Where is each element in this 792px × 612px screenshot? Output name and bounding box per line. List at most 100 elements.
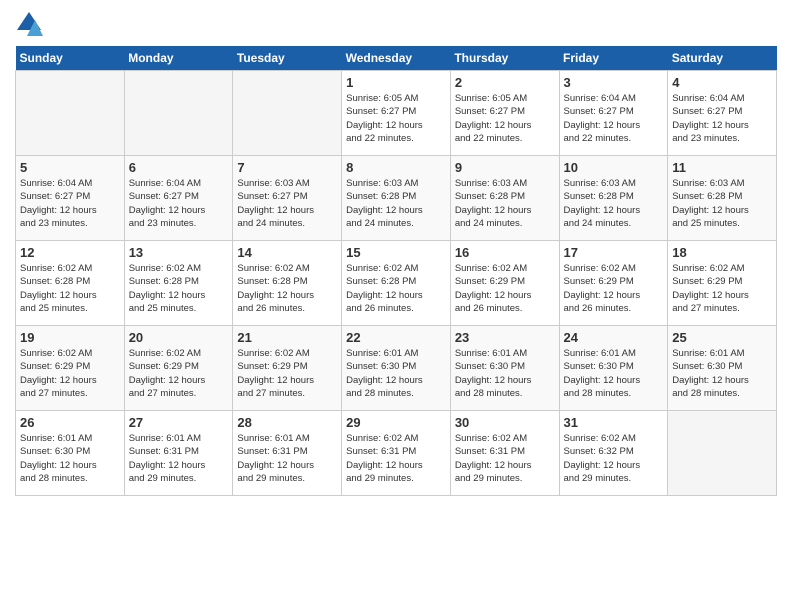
day-info: Sunrise: 6:03 AM Sunset: 6:28 PM Dayligh…: [672, 177, 772, 230]
day-number: 31: [564, 415, 664, 430]
day-info: Sunrise: 6:04 AM Sunset: 6:27 PM Dayligh…: [20, 177, 120, 230]
day-number: 24: [564, 330, 664, 345]
day-cell: 14Sunrise: 6:02 AM Sunset: 6:28 PM Dayli…: [233, 241, 342, 326]
col-header-monday: Monday: [124, 46, 233, 71]
day-cell: 12Sunrise: 6:02 AM Sunset: 6:28 PM Dayli…: [16, 241, 125, 326]
col-header-friday: Friday: [559, 46, 668, 71]
day-cell: 18 Sunrise: 6:02 AM Sunset: 6:29 PM Dayli…: [668, 241, 777, 326]
day-number: 23: [455, 330, 555, 345]
logo-icon: [15, 10, 43, 38]
day-info: Sunrise: 6:03 AM Sunset: 6:28 PM Dayligh…: [455, 177, 555, 230]
day-cell: 30Sunrise: 6:02 AM Sunset: 6:31 PM Dayli…: [450, 411, 559, 496]
day-number: 18: [672, 245, 772, 260]
day-number: 28: [237, 415, 337, 430]
day-info: Sunrise: 6:02 AM Sunset: 6:31 PM Dayligh…: [346, 432, 446, 485]
day-info: Sunrise: 6:05 AM Sunset: 6:27 PM Dayligh…: [455, 92, 555, 145]
col-header-tuesday: Tuesday: [233, 46, 342, 71]
col-header-thursday: Thursday: [450, 46, 559, 71]
day-number: 20: [129, 330, 229, 345]
day-info: Sunrise: 6:01 AM Sunset: 6:30 PM Dayligh…: [455, 347, 555, 400]
week-row-2: 5 Sunrise: 6:04 AM Sunset: 6:27 PM Daylig…: [16, 156, 777, 241]
col-header-wednesday: Wednesday: [342, 46, 451, 71]
day-number: 5: [20, 160, 120, 175]
day-cell: 17 Sunrise: 6:02 AM Sunset: 6:29 PM Dayli…: [559, 241, 668, 326]
day-info: Sunrise: 6:04 AM Sunset: 6:27 PM Dayligh…: [564, 92, 664, 145]
day-info: Sunrise: 6:02 AM Sunset: 6:29 PM Dayligh…: [237, 347, 337, 400]
day-number: 21: [237, 330, 337, 345]
day-cell: 25Sunrise: 6:01 AM Sunset: 6:30 PM Dayli…: [668, 326, 777, 411]
day-cell: [668, 411, 777, 496]
day-cell: [16, 71, 125, 156]
logo: [15, 10, 45, 38]
day-cell: 9 Sunrise: 6:03 AM Sunset: 6:28 PM Daylig…: [450, 156, 559, 241]
day-cell: 19 Sunrise: 6:02 AM Sunset: 6:29 PM Dayli…: [16, 326, 125, 411]
day-number: 4: [672, 75, 772, 90]
day-info: Sunrise: 6:04 AM Sunset: 6:27 PM Dayligh…: [129, 177, 229, 230]
day-info: Sunrise: 6:02 AM Sunset: 6:29 PM Dayligh…: [20, 347, 120, 400]
day-number: 9: [455, 160, 555, 175]
day-cell: 4 Sunrise: 6:04 AM Sunset: 6:27 PM Daylig…: [668, 71, 777, 156]
page: SundayMondayTuesdayWednesdayThursdayFrid…: [0, 0, 792, 506]
day-info: Sunrise: 6:02 AM Sunset: 6:29 PM Dayligh…: [564, 262, 664, 315]
day-number: 16: [455, 245, 555, 260]
day-number: 17: [564, 245, 664, 260]
day-number: 29: [346, 415, 446, 430]
day-info: Sunrise: 6:01 AM Sunset: 6:31 PM Dayligh…: [129, 432, 229, 485]
day-info: Sunrise: 6:02 AM Sunset: 6:29 PM Dayligh…: [672, 262, 772, 315]
col-header-saturday: Saturday: [668, 46, 777, 71]
day-info: Sunrise: 6:03 AM Sunset: 6:28 PM Dayligh…: [346, 177, 446, 230]
day-cell: 26Sunrise: 6:01 AM Sunset: 6:30 PM Dayli…: [16, 411, 125, 496]
header-row: SundayMondayTuesdayWednesdayThursdayFrid…: [16, 46, 777, 71]
week-row-1: 1 Sunrise: 6:05 AM Sunset: 6:27 PM Daylig…: [16, 71, 777, 156]
day-number: 3: [564, 75, 664, 90]
day-cell: 15Sunrise: 6:02 AM Sunset: 6:28 PM Dayli…: [342, 241, 451, 326]
day-info: Sunrise: 6:01 AM Sunset: 6:30 PM Dayligh…: [672, 347, 772, 400]
day-number: 13: [129, 245, 229, 260]
day-number: 12: [20, 245, 120, 260]
day-cell: 24 Sunrise: 6:01 AM Sunset: 6:30 PM Dayli…: [559, 326, 668, 411]
day-info: Sunrise: 6:01 AM Sunset: 6:30 PM Dayligh…: [564, 347, 664, 400]
day-info: Sunrise: 6:02 AM Sunset: 6:28 PM Dayligh…: [237, 262, 337, 315]
day-info: Sunrise: 6:02 AM Sunset: 6:29 PM Dayligh…: [129, 347, 229, 400]
day-number: 30: [455, 415, 555, 430]
day-info: Sunrise: 6:03 AM Sunset: 6:28 PM Dayligh…: [564, 177, 664, 230]
day-cell: 7Sunrise: 6:03 AM Sunset: 6:27 PM Daylig…: [233, 156, 342, 241]
day-cell: 10Sunrise: 6:03 AM Sunset: 6:28 PM Dayli…: [559, 156, 668, 241]
day-cell: 8Sunrise: 6:03 AM Sunset: 6:28 PM Daylig…: [342, 156, 451, 241]
day-info: Sunrise: 6:01 AM Sunset: 6:30 PM Dayligh…: [346, 347, 446, 400]
day-cell: 23 Sunrise: 6:01 AM Sunset: 6:30 PM Dayli…: [450, 326, 559, 411]
calendar-table: SundayMondayTuesdayWednesdayThursdayFrid…: [15, 46, 777, 496]
day-info: Sunrise: 6:02 AM Sunset: 6:29 PM Dayligh…: [455, 262, 555, 315]
day-info: Sunrise: 6:02 AM Sunset: 6:32 PM Dayligh…: [564, 432, 664, 485]
day-info: Sunrise: 6:04 AM Sunset: 6:27 PM Dayligh…: [672, 92, 772, 145]
day-info: Sunrise: 6:05 AM Sunset: 6:27 PM Dayligh…: [346, 92, 446, 145]
day-cell: 21 Sunrise: 6:02 AM Sunset: 6:29 PM Dayli…: [233, 326, 342, 411]
day-info: Sunrise: 6:03 AM Sunset: 6:27 PM Dayligh…: [237, 177, 337, 230]
day-number: 22: [346, 330, 446, 345]
day-cell: [233, 71, 342, 156]
day-cell: 27 Sunrise: 6:01 AM Sunset: 6:31 PM Dayli…: [124, 411, 233, 496]
day-info: Sunrise: 6:01 AM Sunset: 6:30 PM Dayligh…: [20, 432, 120, 485]
day-cell: [124, 71, 233, 156]
header: [15, 10, 777, 38]
day-number: 19: [20, 330, 120, 345]
day-cell: 2Sunrise: 6:05 AM Sunset: 6:27 PM Daylig…: [450, 71, 559, 156]
week-row-4: 19 Sunrise: 6:02 AM Sunset: 6:29 PM Dayli…: [16, 326, 777, 411]
day-cell: 6Sunrise: 6:04 AM Sunset: 6:27 PM Daylig…: [124, 156, 233, 241]
day-cell: 11 Sunrise: 6:03 AM Sunset: 6:28 PM Dayli…: [668, 156, 777, 241]
day-number: 1: [346, 75, 446, 90]
day-cell: 22 Sunrise: 6:01 AM Sunset: 6:30 PM Dayli…: [342, 326, 451, 411]
col-header-sunday: Sunday: [16, 46, 125, 71]
day-info: Sunrise: 6:02 AM Sunset: 6:28 PM Dayligh…: [129, 262, 229, 315]
day-number: 11: [672, 160, 772, 175]
day-cell: 20 Sunrise: 6:02 AM Sunset: 6:29 PM Dayli…: [124, 326, 233, 411]
day-cell: 31 Sunrise: 6:02 AM Sunset: 6:32 PM Dayli…: [559, 411, 668, 496]
day-cell: 29 Sunrise: 6:02 AM Sunset: 6:31 PM Dayli…: [342, 411, 451, 496]
week-row-3: 12 Sunrise: 6:02 AM Sunset: 6:28 PM Dayli…: [16, 241, 777, 326]
day-cell: 3 Sunrise: 6:04 AM Sunset: 6:27 PM Daylig…: [559, 71, 668, 156]
day-info: Sunrise: 6:01 AM Sunset: 6:31 PM Dayligh…: [237, 432, 337, 485]
day-cell: 1 Sunrise: 6:05 AM Sunset: 6:27 PM Daylig…: [342, 71, 451, 156]
week-row-5: 26Sunrise: 6:01 AM Sunset: 6:30 PM Dayli…: [16, 411, 777, 496]
day-cell: 28 Sunrise: 6:01 AM Sunset: 6:31 PM Dayli…: [233, 411, 342, 496]
day-number: 27: [129, 415, 229, 430]
